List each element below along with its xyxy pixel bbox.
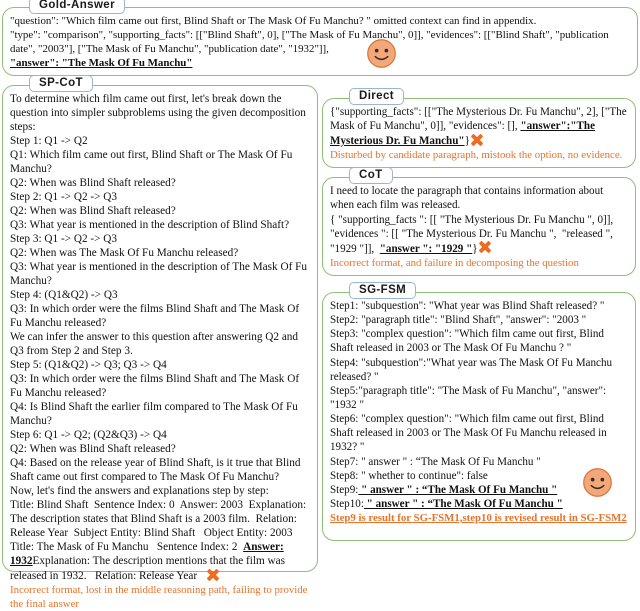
sp-cot-reasoning-tail: Explanation: The description mentions th…: [10, 555, 288, 583]
direct-body-tail: }: [464, 135, 470, 148]
sg-fsm-step-10: Step10: " answer " : “The Mask Of Fu Man…: [330, 497, 628, 511]
x-mark-icon: [471, 133, 484, 146]
sp-cot-reasoning-text: To determine which film came out first, …: [10, 93, 308, 554]
direct-critique: Disturbed by candidate paragraph, mistoo…: [330, 149, 623, 162]
sg-fsm-step-4: Step4: "subquestion":"What year was The …: [330, 356, 613, 383]
x-mark-icon: [207, 568, 220, 581]
panel-sg-fsm: SG-FSM Step1: "subquestion": "What year …: [322, 281, 636, 541]
panel-label-cot: CoT: [349, 167, 393, 185]
panel-cot: CoT I need to locate the paragraph that …: [322, 167, 636, 276]
x-mark-icon: [479, 241, 492, 254]
sg-fsm-step-9-answer: " answer " : “The Mask Of Fu Manchu ": [358, 483, 558, 496]
sg-fsm-step-5: Step5:"paragraph title": "The Mask of Fu…: [330, 384, 607, 411]
sg-fsm-step-10-answer: " answer " : “The Mask Of Fu Manchu ": [363, 497, 563, 510]
sg-fsm-step-3: Step3: "complex question": "Which film c…: [330, 328, 604, 355]
smiley-face-icon: [583, 467, 612, 497]
panel-direct: Direct {"supporting_facts": [["The Myste…: [322, 88, 636, 169]
sg-fsm-step-10-prefix: Step10:: [330, 497, 364, 510]
panel-body-sp-cot: To determine which film came out first, …: [10, 92, 310, 610]
sp-cot-critique: Incorrect format, lost in the middle rea…: [10, 584, 308, 610]
panel-sp-cot: SP-CoT To determine which film came out …: [2, 75, 318, 610]
panel-label-gold-answer: Gold-Answer: [29, 0, 125, 14]
sg-fsm-step-2: Step2: "paragraph title": "Blind Shaft",…: [330, 314, 587, 327]
cot-answer-fragment: "answer ": "1929 ": [379, 242, 473, 255]
panel-body-cot: I need to locate the paragraph that cont…: [330, 184, 628, 270]
cot-critique: Incorrect format, and failure in decompo…: [330, 256, 579, 269]
right-column: Direct {"supporting_facts": [["The Myste…: [322, 0, 636, 548]
panel-body-direct: {"supporting_facts": [["The Mysterious D…: [330, 105, 628, 162]
sg-fsm-step-6: Step6: "complex question": "Which film c…: [330, 413, 607, 454]
sg-fsm-note: Step9 is result for SG-FSM1,step10 is re…: [330, 512, 627, 525]
panel-label-sp-cot: SP-CoT: [29, 75, 93, 93]
sg-fsm-step-1: Step1: "subquestion": "What year was Bli…: [330, 299, 605, 312]
figure-root: Gold-Answer "question": "Which film came…: [0, 0, 640, 610]
left-column: Gold-Answer "question": "Which film came…: [2, 0, 638, 610]
cot-body-tail: }: [472, 242, 478, 255]
panel-label-direct: Direct: [349, 88, 404, 105]
sg-fsm-step-9-prefix: Step9:: [330, 483, 359, 496]
panel-label-sg-fsm: SG-FSM: [349, 281, 417, 299]
